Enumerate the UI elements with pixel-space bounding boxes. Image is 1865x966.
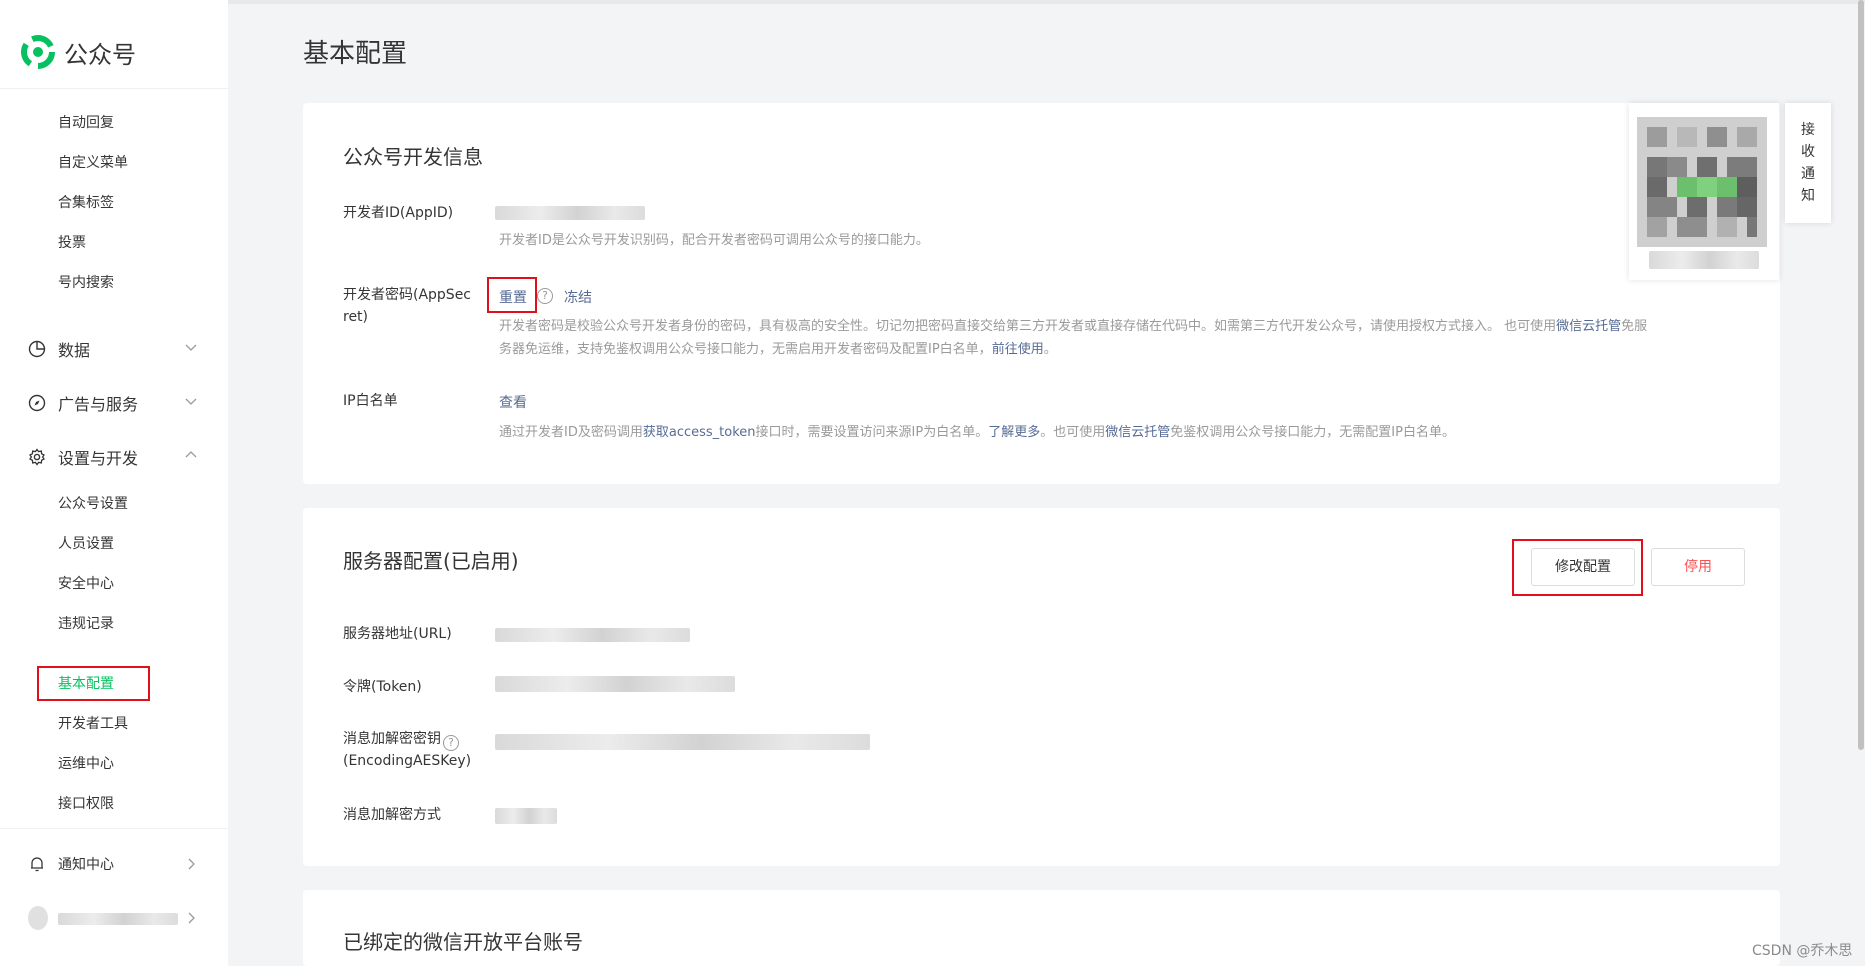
sidebar-group-label: 数据 [58,341,91,360]
desc-text: 免鉴权调用公众号接口能力，无需配置IP白名单。 [1170,425,1455,440]
desc-text: 开发者密码是校验公众号开发者身份的密码，具有极高的安全性。切记勿把密码直接交给第… [499,319,1557,334]
sidebar-item-collection-tags[interactable]: 合集标签 [58,192,114,212]
gear-icon [29,448,45,466]
bell-icon [31,857,43,872]
sidebar-item-account-settings[interactable]: 公众号设置 [58,493,128,513]
sidebar-notify-center[interactable]: 通知中心 [28,854,198,874]
server-config-title: 服务器配置(已启用) [343,549,519,573]
sidebar-item-api-permissions[interactable]: 接口权限 [58,793,114,813]
account-name-redacted [58,913,178,925]
chevron-down-icon [185,398,197,405]
sidebar-group-label: 设置与开发 [58,449,139,468]
highlight-box [37,666,150,701]
wechat-official-logo-icon [21,35,55,69]
sidebar-group-settings-dev[interactable]: 设置与开发 [28,445,198,469]
appsecret-label: 开发者密码(AppSec ret) [343,284,483,328]
notify-char: 知 [1801,188,1815,204]
bound-open-platform-card: 已绑定的微信开放平台账号 [303,890,1780,966]
server-url-value-redacted [495,628,690,642]
appsecret-description: 开发者密码是校验公众号开发者身份的密码，具有极高的安全性。切记勿把密码直接交给第… [499,315,1749,361]
notify-char: 接 [1801,122,1815,138]
sidebar-item-ops-center[interactable]: 运维中心 [58,753,114,773]
ip-whitelist-description: 通过开发者ID及密码调用获取access_token接口时，需要设置访问来源IP… [499,421,1749,444]
dev-info-card: 公众号开发信息 开发者ID(AppID) 开发者ID是公众号开发识别码，配合开发… [303,103,1780,484]
sidebar-divider [0,828,228,829]
go-use-link[interactable]: 前往使用 [992,342,1044,357]
appsecret-label-line1: 开发者密码(AppSec [343,287,472,303]
desc-text: 通过开发者ID及密码调用 [499,425,643,440]
bound-open-platform-title: 已绑定的微信开放平台账号 [343,930,583,954]
account-switcher[interactable] [28,906,198,930]
desc-text: 务器免运维，支持免鉴权调用公众号接口能力，无需启用开发者密码及配置IP白名单， [499,342,992,357]
sidebar-notify-label: 通知中心 [58,857,114,873]
encryption-mode-label: 消息加解密方式 [343,807,441,823]
encryption-mode-value-redacted [495,808,557,824]
appid-description: 开发者ID是公众号开发识别码，配合开发者密码可调用公众号的接口能力。 [499,233,929,248]
sidebar-group-label: 广告与服务 [58,395,139,414]
desc-text: 。也可使用 [1040,425,1106,440]
token-label: 令牌(Token) [343,679,422,695]
page-scrollbar[interactable] [1858,0,1864,750]
dev-info-title: 公众号开发信息 [343,145,483,169]
desc-text: 。 [1043,342,1057,357]
appid-label: 开发者ID(AppID) [343,205,454,221]
qr-code-image-redacted [1637,117,1767,247]
server-url-label: 服务器地址(URL) [343,626,452,642]
chart-pie-icon [28,340,46,358]
ip-whitelist-view-link[interactable]: 查看 [499,392,527,412]
aeskey-label-line2: (EncodingAESKey) [343,753,472,769]
appsecret-freeze-link[interactable]: 冻结 [564,287,592,307]
chevron-down-icon [185,344,197,351]
sidebar-item-staff-settings[interactable]: 人员设置 [58,533,114,553]
sidebar-item-custom-menu[interactable]: 自定义菜单 [58,152,128,172]
sidebar-divider [0,88,228,89]
sidebar-group-ads-services[interactable]: 广告与服务 [28,391,198,415]
page-title: 基本配置 [303,39,408,69]
sidebar-item-developer-tools[interactable]: 开发者工具 [58,713,128,733]
sidebar: 公众号 自动回复 自定义菜单 合集标签 投票 号内搜索 数据 广告与服务 设置与… [0,0,228,966]
aeskey-label: 消息加解密密钥? (EncodingAESKey) [343,728,493,772]
wechat-cloud-hosting-link[interactable]: 微信云托管 [1556,319,1621,334]
wechat-cloud-hosting-link[interactable]: 微信云托管 [1105,425,1170,440]
chevron-up-icon [185,451,197,458]
help-icon[interactable]: ? [537,288,553,304]
watermark: CSDN @乔木思 [1752,943,1853,959]
chevron-right-icon [188,858,195,870]
aeskey-label-line1: 消息加解密密钥 [343,731,441,747]
chevron-right-icon [188,912,195,924]
appsecret-label-line2: ret) [343,309,369,325]
sidebar-item-vote[interactable]: 投票 [58,232,86,252]
disable-button[interactable]: 停用 [1651,548,1745,586]
desc-text: 免服 [1621,319,1648,334]
get-access-token-link[interactable]: 获取access_token [643,425,756,440]
compass-icon [28,394,46,412]
ip-whitelist-label: IP白名单 [343,393,398,409]
help-icon[interactable]: ? [443,735,459,751]
app-logo[interactable]: 公众号 [20,34,136,70]
notify-char: 通 [1801,166,1815,182]
server-config-card: 服务器配置(已启用) 修改配置 停用 服务器地址(URL) 令牌(Token) … [303,508,1780,866]
qr-caption-redacted [1649,251,1759,269]
highlight-box [487,277,537,313]
sidebar-group-data[interactable]: 数据 [28,337,198,361]
aeskey-value-redacted [495,734,870,750]
notify-char: 收 [1801,144,1815,160]
desc-text: 接口时，需要设置访问来源IP为白名单。 [755,425,989,440]
top-border [0,0,1865,4]
avatar [28,906,48,930]
learn-more-link[interactable]: 了解更多 [988,425,1040,440]
sidebar-item-auto-reply[interactable]: 自动回复 [58,112,114,132]
receive-notification-tab[interactable]: 接 收 通 知 [1785,103,1831,223]
appid-value-redacted [495,206,645,220]
sidebar-item-in-account-search[interactable]: 号内搜索 [58,272,114,292]
qr-code-panel [1629,103,1779,280]
app-name: 公众号 [64,40,136,69]
highlight-box [1512,539,1643,596]
token-value-redacted [495,676,735,692]
sidebar-item-violation-records[interactable]: 违规记录 [58,613,114,633]
sidebar-item-security-center[interactable]: 安全中心 [58,573,114,593]
